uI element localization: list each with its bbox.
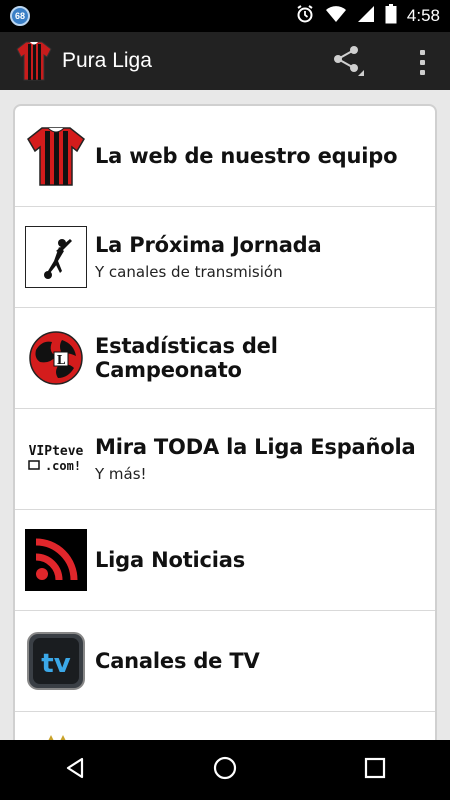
svg-text:tv: tv — [41, 649, 70, 679]
list-item-title: Liga Noticias — [95, 548, 246, 572]
league-globe-logo-icon: L — [25, 327, 87, 389]
home-circle-icon — [212, 755, 238, 786]
status-icons: 4:58 — [295, 0, 440, 32]
footballer-kicking-icon — [25, 226, 87, 288]
share-icon — [332, 44, 364, 81]
list-item-title: La web de nuestro equipo — [95, 144, 398, 168]
status-time: 4:58 — [406, 6, 440, 25]
alarm-icon — [295, 4, 315, 29]
main-content: La web de nuestro equipo La Próxima Jorn… — [0, 90, 450, 740]
overflow-dot-icon — [419, 59, 425, 65]
back-button[interactable] — [45, 740, 105, 800]
app-title: Pura Liga — [62, 49, 152, 72]
status-bar: 68 4:58 — [0, 0, 450, 32]
recents-button[interactable] — [345, 740, 405, 800]
list-item-subtitle: Y más! — [95, 465, 147, 483]
battery-icon — [385, 3, 397, 29]
action-bar: Pura Liga — [0, 32, 450, 90]
list-item-subtitle: Y canales de transmisión — [95, 263, 283, 281]
list-item-title: Estadísticas del Campeonato — [95, 334, 278, 382]
svg-text:L: L — [57, 353, 66, 367]
list-item-championship-stats[interactable]: L Estadísticas del Campeonato — [15, 308, 435, 409]
team-jersey-icon — [25, 125, 87, 187]
list-item-partial[interactable] — [15, 712, 435, 740]
list-item-watch-league[interactable]: VIPteve .com! Mira TODA la Liga Española… — [15, 409, 435, 510]
list-item-title: La Próxima Jornada — [95, 233, 322, 257]
share-button[interactable] — [328, 42, 368, 82]
list-item-league-news[interactable]: Liga Noticias — [15, 510, 435, 611]
rss-feed-icon — [25, 529, 87, 591]
overflow-dot-icon — [419, 69, 425, 75]
menu-list-card: La web de nuestro equipo La Próxima Jorn… — [13, 104, 437, 740]
wifi-icon — [325, 5, 347, 28]
recents-square-icon — [364, 757, 386, 784]
partial-item-icon — [25, 731, 87, 740]
overflow-menu-button[interactable] — [412, 42, 432, 82]
list-item-title: Mira TODA la Liga Española — [95, 435, 416, 459]
vipteve-logo-icon: VIPteve .com! — [25, 428, 87, 490]
svg-text:VIPteve: VIPteve — [29, 444, 84, 459]
back-triangle-icon — [63, 756, 87, 785]
home-button[interactable] — [195, 740, 255, 800]
app-logo-jersey-icon — [16, 40, 52, 82]
list-item-next-matchday[interactable]: La Próxima Jornada Y canales de transmis… — [15, 207, 435, 308]
overflow-dot-icon — [419, 49, 425, 55]
list-item-tv-channels[interactable]: tv Canales de TV — [15, 611, 435, 712]
tv-app-icon: tv — [25, 630, 87, 692]
svg-text:.com!: .com! — [45, 459, 81, 473]
signal-icon — [357, 5, 375, 28]
notification-badge: 68 — [10, 6, 30, 26]
list-item-team-website[interactable]: La web de nuestro equipo — [15, 106, 435, 207]
navigation-bar — [0, 740, 450, 800]
list-item-title: Canales de TV — [95, 649, 260, 673]
